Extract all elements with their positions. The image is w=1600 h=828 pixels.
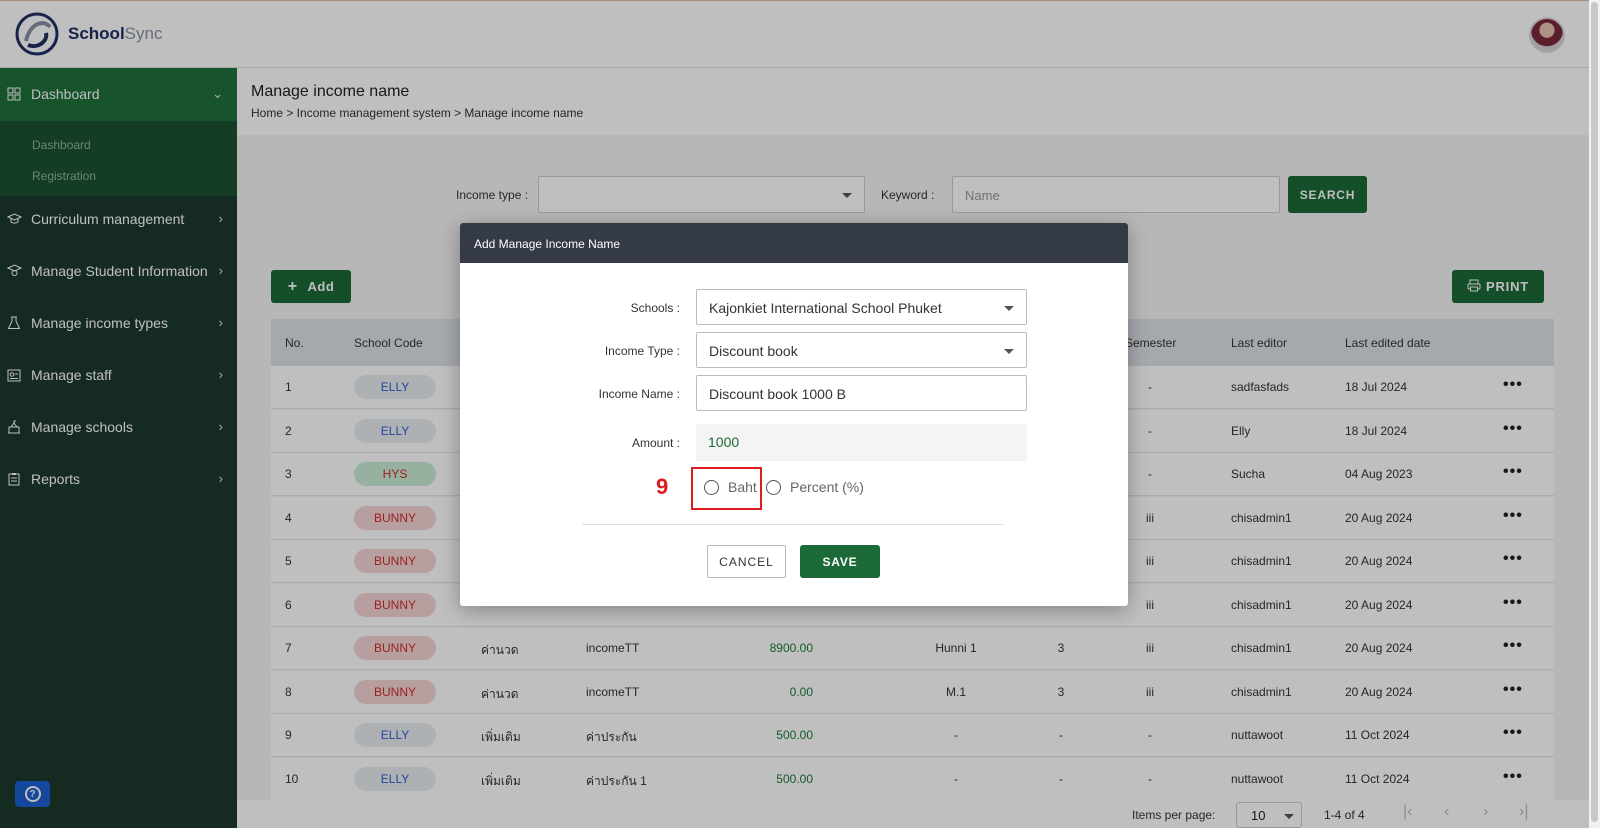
page-scrollbar[interactable]	[1589, 0, 1600, 828]
income-type-value: Discount book	[709, 343, 798, 359]
baht-radio[interactable]	[704, 480, 719, 495]
schools-select[interactable]: Kajonkiet International School Phuket	[696, 289, 1027, 325]
annotation-number: 9	[656, 474, 669, 499]
save-button[interactable]: SAVE	[800, 545, 880, 578]
caret-down-icon	[1004, 306, 1014, 311]
modal-title: Add Manage Income Name	[460, 223, 1128, 263]
caret-down-icon	[1004, 349, 1014, 354]
percent-radio-label[interactable]: Percent (%)	[790, 479, 864, 495]
income-name-input[interactable]: Discount book 1000 B	[696, 375, 1027, 411]
income-name-label: Income Name :	[598, 387, 680, 401]
income-type-modal-label: Income Type :	[604, 344, 680, 358]
schools-label: Schools :	[630, 301, 680, 315]
add-income-name-modal: Add Manage Income Name Schools : Kajonki…	[460, 223, 1128, 606]
modal-divider	[582, 524, 1004, 525]
amount-input[interactable]: 1000	[696, 424, 1027, 461]
schools-value: Kajonkiet International School Phuket	[709, 300, 942, 316]
percent-radio[interactable]	[766, 480, 781, 495]
cancel-button[interactable]: CANCEL	[707, 545, 786, 578]
income-type-modal-select[interactable]: Discount book	[696, 332, 1027, 368]
amount-label: Amount :	[631, 436, 680, 450]
baht-radio-label[interactable]: Baht	[728, 479, 757, 495]
scrollbar-thumb[interactable]	[1591, 2, 1598, 822]
